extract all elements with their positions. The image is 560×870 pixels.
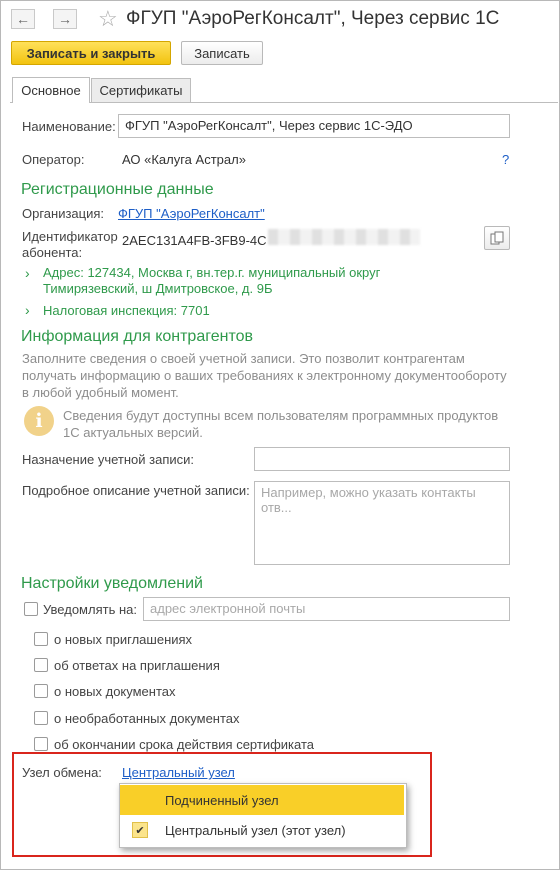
back-button[interactable]: ← <box>11 9 35 29</box>
email-field[interactable]: адрес электронной почты <box>143 597 510 621</box>
account-purpose-label: Назначение учетной записи: <box>22 452 195 467</box>
save-and-close-button[interactable]: Записать и закрыть <box>11 41 171 65</box>
help-icon[interactable]: ? <box>502 152 509 167</box>
tab-certificates[interactable]: Сертификаты <box>91 78 191 102</box>
account-detail-textarea[interactable]: Например, можно указать контакты отв... <box>254 481 510 565</box>
info-note: Сведения будут доступны всем пользовател… <box>63 407 498 441</box>
registration-heading: Регистрационные данные <box>21 181 214 198</box>
operator-label: Оператор: <box>22 152 85 167</box>
option-label: о новых приглашениях <box>54 632 193 647</box>
description-line: получать информацию о ваших требованиях … <box>22 368 507 383</box>
option-checkbox[interactable] <box>34 711 48 725</box>
redacted-blur <box>268 229 420 245</box>
window-title: ФГУП "АэроРегКонсалт", Через сервис 1С <box>126 8 500 29</box>
name-field[interactable]: ФГУП "АэроРегКонсалт", Через сервис 1С-Э… <box>118 114 510 138</box>
operator-value: АО «Калуга Астрал» <box>122 152 246 167</box>
star-icon[interactable]: ☆ <box>98 6 118 32</box>
address-collapsible[interactable]: Адрес: 127434, Москва г, вн.тер.г. муниц… <box>43 265 380 297</box>
info-line: Сведения будут доступны всем пользовател… <box>63 408 499 423</box>
info-line: 1С актуальных версий. <box>63 425 203 440</box>
dropdown-option-central[interactable]: ✔ Центральный узел (этот узел) <box>120 815 404 845</box>
organization-link[interactable]: ФГУП "АэроРегКонсалт" <box>118 206 265 221</box>
organization-label: Организация: <box>22 206 105 221</box>
dropdown-option-subordinate[interactable]: Подчиненный узел <box>120 785 404 815</box>
chevron-right-icon: › <box>25 302 30 318</box>
copy-button[interactable] <box>484 226 510 250</box>
notify-checkbox[interactable] <box>24 602 38 616</box>
copy-icon <box>490 231 504 245</box>
address-line1: Адрес: 127434, Москва г, вн.тер.г. муниц… <box>43 265 381 280</box>
account-purpose-field[interactable] <box>254 447 510 471</box>
subscriber-id-label-line2: абонента: <box>22 245 83 260</box>
option-checkbox[interactable] <box>34 658 48 672</box>
save-button[interactable]: Записать <box>181 41 263 65</box>
arrow-left-icon: ← <box>16 11 30 27</box>
account-detail-label: Подробное описание учетной записи: <box>22 483 250 498</box>
exchange-node-dropdown: Подчиненный узел ✔ Центральный узел (это… <box>119 783 407 848</box>
tab-divider <box>10 102 558 103</box>
description-line: в любой удобный момент. <box>22 385 179 400</box>
notifications-heading: Настройки уведомлений <box>21 575 203 592</box>
tab-main[interactable]: Основное <box>12 77 90 103</box>
option-label: об ответах на приглашения <box>54 658 220 673</box>
option-label: Центральный узел (этот узел) <box>165 822 346 838</box>
notify-label: Уведомлять на: <box>43 602 137 617</box>
description-line: Заполните сведения о своей учетной запис… <box>22 351 465 366</box>
exchange-node-label: Узел обмена: <box>22 765 102 780</box>
forward-button[interactable]: → <box>53 9 77 29</box>
option-checkbox[interactable] <box>34 737 48 751</box>
option-label: Подчиненный узел <box>165 792 279 808</box>
info-icon: i <box>24 406 54 436</box>
option-label: об окончании срока действия сертификата <box>54 737 315 752</box>
counterparty-info-heading: Информация для контрагентов <box>21 328 253 345</box>
address-line2: Тимирязевский, ш Дмитровское, д. 9Б <box>43 281 273 296</box>
tax-inspection-collapsible[interactable]: Налоговая инспекция: 7701 <box>43 303 210 318</box>
chevron-right-icon: › <box>25 265 30 281</box>
subscriber-id-value: 2AEC131A4FB-3FB9-4C <box>122 233 267 248</box>
option-label: о новых документах <box>54 684 176 699</box>
name-label: Наименование: <box>22 119 116 134</box>
counterparty-description: Заполните сведения о своей учетной запис… <box>22 350 507 401</box>
option-checkbox[interactable] <box>34 632 48 646</box>
option-checkbox[interactable] <box>34 684 48 698</box>
checkmark-icon: ✔ <box>132 822 148 838</box>
subscriber-id-label-line1: Идентификатор <box>22 229 118 244</box>
arrow-right-icon: → <box>58 11 72 27</box>
exchange-node-link[interactable]: Центральный узел <box>122 765 235 780</box>
option-label: о необработанных документах <box>54 711 240 726</box>
